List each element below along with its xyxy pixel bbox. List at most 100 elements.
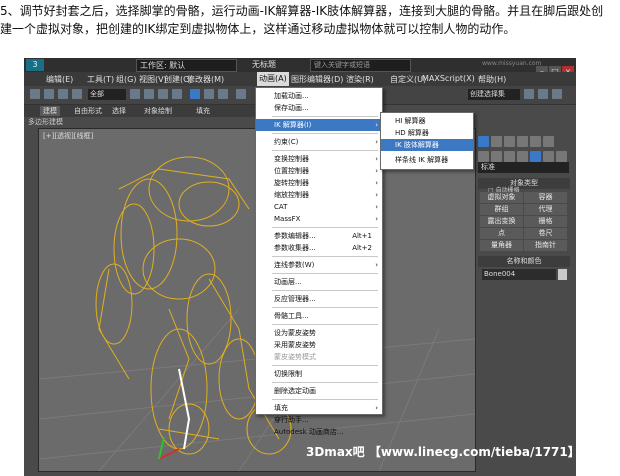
- object-color-swatch[interactable]: [558, 269, 567, 280]
- menu-item-6[interactable]: 动画(A): [257, 72, 289, 86]
- animation-menu-item[interactable]: Autodesk 动画商店...: [256, 426, 382, 438]
- animation-menu-item[interactable]: 参数收集器... Alt+2: [256, 242, 382, 254]
- animation-menu-item[interactable]: 删除选定动画: [256, 385, 382, 397]
- animation-menu-item[interactable]: MassFX ›: [256, 213, 382, 225]
- animation-menu-item[interactable]: 参数编辑器... Alt+1: [256, 230, 382, 242]
- submenu-arrow-icon: ›: [375, 215, 378, 223]
- menu-item-10[interactable]: MAXScript(X): [420, 74, 477, 83]
- modify-tab-icon[interactable]: [491, 136, 502, 147]
- mirror-icon[interactable]: [524, 89, 534, 99]
- cameras-icon[interactable]: [517, 151, 528, 162]
- animation-menu-item[interactable]: 旋转控制器 ›: [256, 177, 382, 189]
- animation-menu-item[interactable]: 蒙皮姿势模式: [256, 351, 382, 363]
- selection-set-select[interactable]: 创建选择集: [468, 89, 520, 100]
- window-crossing-icon[interactable]: [172, 89, 182, 99]
- object-type-button-0[interactable]: 虚拟对象: [480, 192, 523, 203]
- animation-menu-item[interactable]: 切换限制: [256, 368, 382, 380]
- menu-item-11[interactable]: 帮助(H): [476, 74, 508, 85]
- bind-icon[interactable]: [58, 89, 68, 99]
- ribbon-tab-1[interactable]: 自由形式: [74, 106, 102, 116]
- selection-filter[interactable]: 全部: [88, 89, 126, 100]
- animation-menu-item[interactable]: 保存动画...: [256, 102, 382, 114]
- caption-line-1: 5、调节好封套之后，选择脚掌的骨骼，运行动画-IK解算器-IK肢体解算器，连接到…: [0, 4, 604, 18]
- animation-menu-item[interactable]: 动画层...: [256, 276, 382, 288]
- object-type-button-2[interactable]: 群组: [480, 204, 523, 215]
- animation-menu-item[interactable]: CAT ›: [256, 201, 382, 213]
- animation-menu-item[interactable]: 缩放控制器 ›: [256, 189, 382, 201]
- animation-menu-item[interactable]: 填充 ›: [256, 402, 382, 414]
- ribbon-tab-3[interactable]: 对象绘制: [144, 106, 172, 116]
- animation-menu-item[interactable]: 约束(C) ›: [256, 136, 382, 148]
- animation-menu-item[interactable]: IK 解算器(I) ›: [256, 119, 382, 131]
- ref-coord-icon[interactable]: [236, 89, 246, 99]
- hierarchy-tab-icon[interactable]: [504, 136, 515, 147]
- move-icon[interactable]: [190, 89, 200, 99]
- name-color-header[interactable]: 名称和颜色: [478, 256, 570, 267]
- menu-item-2[interactable]: 组(G): [114, 74, 138, 85]
- object-type-button-1[interactable]: 容器: [524, 192, 567, 203]
- align-icon[interactable]: [538, 89, 548, 99]
- shapes-icon[interactable]: [491, 151, 502, 162]
- link-icon[interactable]: [30, 89, 40, 99]
- menu-item-8[interactable]: 渲染(R): [344, 74, 376, 85]
- ribbon-tab-4[interactable]: 填充: [196, 106, 210, 116]
- submenu-arrow-icon: ›: [375, 191, 378, 199]
- ik-submenu-label: IK 肢体解算器: [395, 141, 439, 149]
- rotate-icon[interactable]: [204, 89, 214, 99]
- object-type-button-6[interactable]: 点: [480, 228, 523, 239]
- menu-item-label: 填充: [274, 404, 288, 412]
- ribbon-tab-2[interactable]: 选择: [112, 106, 126, 116]
- object-type-button-4[interactable]: 露出变换: [480, 216, 523, 227]
- animation-menu-item[interactable]: 加载动画...: [256, 90, 382, 102]
- animation-menu-item[interactable]: 采用蒙皮姿势: [256, 339, 382, 351]
- scale-icon[interactable]: [218, 89, 228, 99]
- ik-submenu-item[interactable]: HD 解算器: [381, 127, 473, 139]
- workspace-select[interactable]: 工作区: 默认: [136, 59, 237, 72]
- animation-menu-item[interactable]: 反应管理器...: [256, 293, 382, 305]
- geometry-icon[interactable]: [478, 151, 489, 162]
- menu-item-label: 删除选定动画: [274, 387, 316, 395]
- menu-item-1[interactable]: 工具(T): [85, 74, 116, 85]
- object-type-button-5[interactable]: 栅格: [524, 216, 567, 227]
- animation-menu-item[interactable]: 变换控制器 ›: [256, 153, 382, 165]
- menu-item-label: 缩放控制器: [274, 191, 309, 199]
- bind-spacewarp-icon[interactable]: [72, 89, 82, 99]
- ik-submenu-item[interactable]: IK 肢体解算器: [381, 139, 473, 151]
- select-by-name-icon[interactable]: [144, 89, 154, 99]
- category-select[interactable]: 标准: [478, 162, 569, 173]
- ribbon-tabs: 建模 自由形式 选择 对象绘制 填充: [24, 105, 276, 117]
- animation-menu-item[interactable]: 连线参数(W) ›: [256, 259, 382, 271]
- layer-icon[interactable]: [552, 89, 562, 99]
- animation-menu-item[interactable]: 设为蒙皮姿势: [256, 327, 382, 339]
- object-type-button-8[interactable]: 量角器: [480, 240, 523, 251]
- motion-tab-icon[interactable]: [517, 136, 528, 147]
- lights-icon[interactable]: [504, 151, 515, 162]
- rect-region-icon[interactable]: [158, 89, 168, 99]
- unlink-icon[interactable]: [44, 89, 54, 99]
- animation-menu-item[interactable]: 穿行助手...: [256, 414, 382, 426]
- object-type-button-3[interactable]: 代理: [524, 204, 567, 215]
- ribbon-tab-0[interactable]: 建模: [40, 106, 60, 116]
- animation-menu-item[interactable]: 骨骼工具...: [256, 310, 382, 322]
- create-tab-icon[interactable]: [478, 136, 489, 147]
- object-type-button-7[interactable]: 卷尺: [524, 228, 567, 239]
- menu-item-7[interactable]: 图形编辑器(D): [289, 74, 345, 85]
- display-tab-icon[interactable]: [530, 136, 541, 147]
- ik-submenu-item[interactable]: HI 解算器: [381, 115, 473, 127]
- utilities-tab-icon[interactable]: [543, 136, 554, 147]
- select-icon[interactable]: [130, 89, 140, 99]
- ik-solvers-submenu: HI 解算器 HD 解算器 IK 肢体解算器样条线 IK 解算器: [380, 112, 474, 170]
- ik-submenu-item[interactable]: 样条线 IK 解算器: [381, 154, 473, 166]
- panel-tabs: [478, 132, 556, 147]
- search-input[interactable]: 键入关键字或短语: [310, 59, 411, 72]
- helpers-icon[interactable]: [530, 151, 541, 162]
- menu-item-5[interactable]: 修改器(M): [185, 74, 226, 85]
- systems-icon[interactable]: [556, 151, 567, 162]
- app-logo-icon[interactable]: 3: [26, 59, 44, 71]
- animation-menu-item[interactable]: 位置控制器 ›: [256, 165, 382, 177]
- object-name-field[interactable]: Bone004: [482, 269, 556, 280]
- spacewarps-icon[interactable]: [543, 151, 554, 162]
- menu-separator: [272, 273, 378, 274]
- object-type-button-9[interactable]: 指南针: [524, 240, 567, 251]
- menu-item-0[interactable]: 编辑(E): [44, 74, 75, 85]
